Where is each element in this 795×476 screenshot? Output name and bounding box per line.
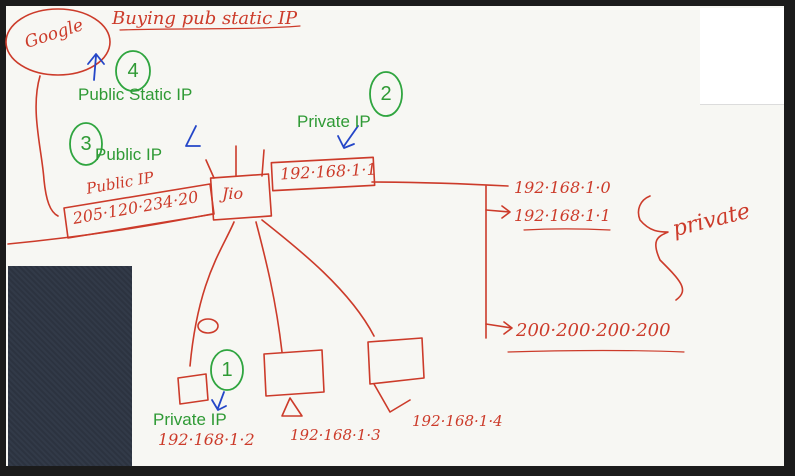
device1-ip-text: 192·168·1·2 (158, 430, 255, 449)
net-public-underline (507, 349, 685, 353)
step-number-1: 1 (221, 359, 233, 381)
router-to-network-line (371, 181, 509, 187)
private-brace (637, 195, 684, 301)
top-note-text: Buying pub static IP (112, 8, 298, 29)
net-private-2-text: 192·168·1·1 (514, 206, 611, 225)
device1-router-icon (197, 318, 219, 334)
router-to-device1-line (189, 221, 235, 367)
step-number-3: 3 (80, 133, 92, 155)
step-number-2: 2 (380, 83, 392, 105)
router-antenna-3 (261, 149, 265, 177)
step-number-4: 4 (127, 60, 139, 82)
net-public-text: 200·200·200·200 (516, 320, 671, 341)
router-to-device3-line (261, 219, 375, 337)
device3-box (367, 337, 425, 385)
net-private-underline (523, 228, 611, 231)
router-name-text: Jio (222, 184, 244, 203)
arrow-to-public-ip (185, 125, 201, 147)
router-antenna-1 (205, 159, 215, 179)
public-static-ip-label: Public Static IP (78, 85, 193, 104)
branch-arrow-public (485, 321, 513, 335)
screen-frame: Google Buying pub static IP Public IP 20… (0, 0, 795, 476)
device3-ip-text: 192·168·1·4 (412, 412, 503, 430)
presenter-video-thumbnail (8, 266, 132, 466)
router-to-device2-line (255, 221, 283, 353)
device2-ip-text: 192·168·1·3 (290, 426, 381, 444)
device3-stand (373, 383, 411, 413)
google-to-isp-line (35, 75, 59, 217)
private-ip-device-label: Private IP (153, 410, 227, 429)
public-ip-label: Public IP (95, 145, 163, 164)
device2-box (263, 349, 325, 397)
private-ip-router-label: Private IP (297, 112, 371, 131)
device1-box (177, 373, 209, 405)
branch-arrow-private (485, 205, 511, 219)
arrow-to-device1 (211, 391, 227, 411)
net-private-1-text: 192·168·1·0 (514, 178, 611, 197)
device2-stand (281, 397, 303, 417)
